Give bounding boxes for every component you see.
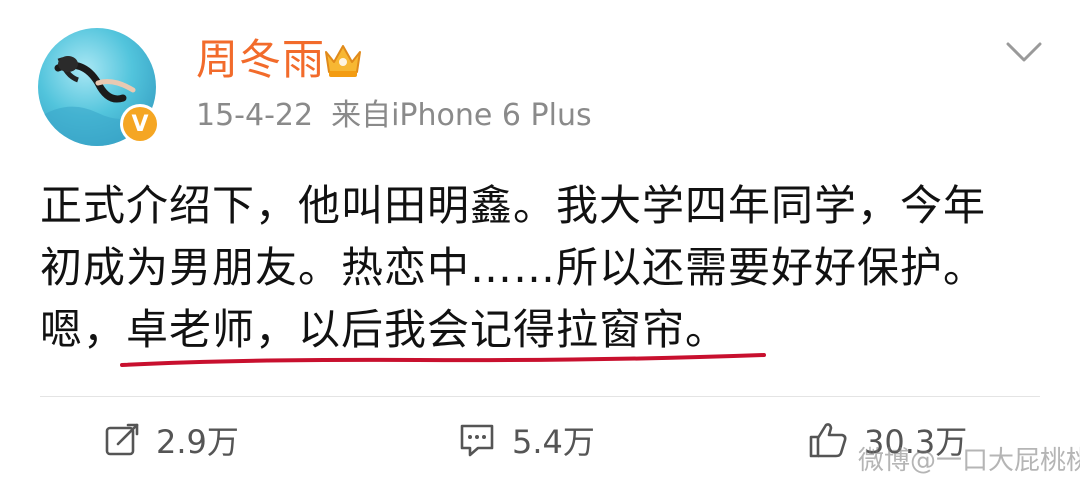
post-text-line: 初成为男朋友。热恋中……所以还需要好好保护。 (40, 243, 987, 292)
post-text-line: 正式介绍下，他叫田明鑫。我大学四年同学，今年 (40, 181, 987, 230)
divider (40, 396, 1040, 397)
verified-badge-label: V (123, 107, 157, 141)
post-text: 正式介绍下，他叫田明鑫。我大学四年同学，今年 初成为男朋友。热恋中……所以还需要… (40, 175, 1050, 361)
weibo-post: V 周冬雨 15-4-22 来自iPhone 6 Plus 正式介绍下，他叫田明鑫… (0, 0, 1080, 483)
comment-count: 5.4万 (512, 423, 595, 461)
verified-badge-icon: V (120, 104, 160, 144)
comment-button[interactable]: 5.4万 (458, 418, 595, 462)
thumbs-up-icon (809, 423, 847, 458)
repost-button[interactable]: 2.9万 (104, 418, 239, 462)
post-date: 15-4-22 (196, 98, 314, 133)
username[interactable]: 周冬雨 (196, 36, 325, 84)
comment-icon (460, 424, 494, 457)
red-underline-annotation (120, 353, 766, 367)
chevron-down-icon[interactable] (1004, 40, 1044, 64)
post-source: 来自iPhone 6 Plus (331, 98, 592, 133)
post-meta: 15-4-22 来自iPhone 6 Plus (196, 97, 592, 135)
repost-count: 2.9万 (156, 423, 239, 461)
crown-icon (325, 45, 361, 77)
watermark: 微博@一口大屁桃桃 (858, 446, 1080, 476)
repost-icon (105, 423, 139, 456)
